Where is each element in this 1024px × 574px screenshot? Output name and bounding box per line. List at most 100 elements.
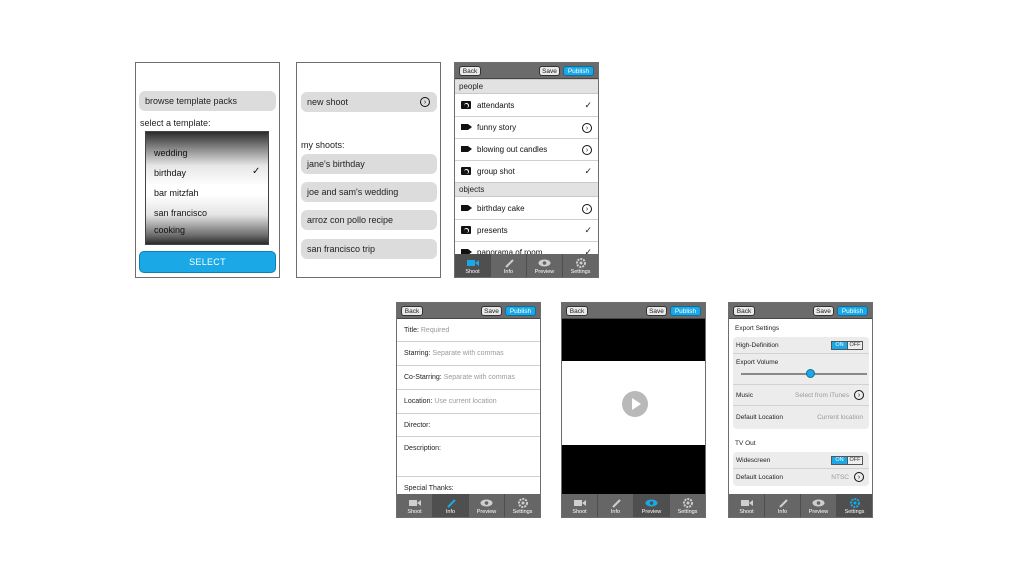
- tab-shoot[interactable]: Shoot: [729, 494, 765, 517]
- tab-info[interactable]: Info: [598, 494, 634, 517]
- tab-bar: Shoot Info Preview Settings: [455, 254, 598, 277]
- shot-item-label: birthday cake: [477, 204, 525, 213]
- field-label: Co-Starring:: [404, 374, 442, 381]
- toggle-on: ON: [832, 456, 847, 464]
- template-option[interactable]: cooking: [154, 225, 185, 235]
- tab-preview[interactable]: Preview: [801, 494, 837, 517]
- tv-default-location-row[interactable]: Default Location NTSC ›: [733, 469, 869, 486]
- info-screen: Back Save Publish Title: Required Starri…: [396, 302, 541, 518]
- settings-screen: Back Save Publish Export Settings High-D…: [728, 302, 873, 518]
- new-shoot-label: new shoot: [307, 97, 349, 107]
- tab-settings[interactable]: Settings: [563, 254, 598, 277]
- tab-shoot[interactable]: Shoot: [397, 494, 433, 517]
- widescreen-toggle[interactable]: ON OFF: [831, 455, 863, 465]
- select-button[interactable]: SELECT: [139, 251, 276, 273]
- back-button[interactable]: Back: [459, 66, 481, 76]
- co-starring-field[interactable]: Co-Starring: Separate with commas: [397, 366, 540, 390]
- tab-settings[interactable]: Settings: [505, 494, 540, 517]
- shoot-item[interactable]: joe and sam's wedding: [301, 182, 437, 202]
- shot-item[interactable]: funny story ›: [455, 117, 598, 139]
- director-field[interactable]: Director:: [397, 414, 540, 437]
- shot-item[interactable]: group shot ✓: [455, 161, 598, 183]
- title-field[interactable]: Title: Required: [397, 319, 540, 342]
- publish-button[interactable]: Publish: [837, 306, 868, 316]
- back-button[interactable]: Back: [733, 306, 755, 316]
- toggle-off: OFF: [847, 341, 862, 349]
- chevron-right-icon[interactable]: ›: [854, 390, 864, 400]
- shot-list-screen: Back Save Publish people attendants ✓ fu…: [454, 62, 599, 278]
- shoots-screen: new shoot › my shoots: jane's birthday j…: [296, 62, 441, 278]
- shot-item-label: presents: [477, 226, 508, 235]
- shot-item[interactable]: blowing out candles ›: [455, 139, 598, 161]
- template-option[interactable]: bar mitzfah: [154, 188, 199, 198]
- export-volume-label: Export Volume: [736, 359, 779, 366]
- tab-settings[interactable]: Settings: [837, 494, 872, 517]
- browse-template-packs-button[interactable]: browse template packs: [139, 91, 276, 111]
- tv-default-location-label: Default Location: [736, 474, 783, 481]
- tv-out-group: Widescreen ON OFF Default Location NTSC …: [733, 452, 869, 486]
- location-field[interactable]: Location: Use current location: [397, 390, 540, 414]
- my-shoots-label: my shoots:: [301, 140, 345, 150]
- field-label: Title:: [404, 327, 419, 334]
- check-icon: ✓: [584, 100, 592, 110]
- video-player[interactable]: [562, 319, 705, 496]
- save-button[interactable]: Save: [813, 306, 834, 316]
- export-settings-header: Export Settings: [735, 325, 780, 332]
- gear-icon: [681, 497, 695, 508]
- save-button[interactable]: Save: [481, 306, 502, 316]
- check-icon: ✓: [584, 225, 592, 235]
- tab-info[interactable]: Info: [491, 254, 527, 277]
- tab-info[interactable]: Info: [433, 494, 469, 517]
- template-option-selected[interactable]: birthday: [154, 168, 186, 178]
- tab-info[interactable]: Info: [765, 494, 801, 517]
- shot-item[interactable]: birthday cake ›: [455, 198, 598, 220]
- toggle-off: OFF: [847, 456, 862, 464]
- tab-settings[interactable]: Settings: [670, 494, 705, 517]
- play-icon[interactable]: [622, 391, 648, 417]
- field-placeholder: Separate with commas: [443, 374, 515, 381]
- navigation-bar: Back Save Publish: [562, 303, 705, 319]
- publish-button[interactable]: Publish: [563, 66, 594, 76]
- chevron-right-icon[interactable]: ›: [854, 472, 864, 482]
- save-button[interactable]: Save: [539, 66, 560, 76]
- shoot-item[interactable]: san francisco trip: [301, 239, 437, 259]
- tab-label: Shoot: [407, 509, 422, 515]
- slider-knob[interactable]: [805, 369, 815, 378]
- publish-button[interactable]: Publish: [505, 306, 536, 316]
- default-location-label: Default Location: [736, 414, 783, 421]
- back-button[interactable]: Back: [401, 306, 423, 316]
- shot-item[interactable]: attendants ✓: [455, 95, 598, 117]
- chevron-right-icon[interactable]: ›: [582, 123, 592, 133]
- shoot-item[interactable]: arroz con pollo recipe: [301, 210, 437, 230]
- field-label: Description:: [404, 445, 441, 452]
- template-option[interactable]: san francisco: [154, 208, 207, 218]
- template-selection-screen: browse template packs select a template:…: [135, 62, 280, 278]
- tab-preview[interactable]: Preview: [527, 254, 563, 277]
- eye-icon: [480, 497, 494, 508]
- new-shoot-button[interactable]: new shoot ›: [301, 92, 437, 112]
- default-location-row[interactable]: Default Location Current location: [733, 406, 869, 429]
- music-row[interactable]: Music Select from iTunes ›: [733, 385, 869, 406]
- camera-icon: [461, 167, 471, 175]
- tab-shoot[interactable]: Shoot: [455, 254, 491, 277]
- high-definition-toggle[interactable]: ON OFF: [831, 340, 863, 350]
- template-picker-wheel[interactable]: wedding birthday ✓ bar mitzfah san franc…: [145, 131, 269, 245]
- shot-item[interactable]: presents ✓: [455, 220, 598, 242]
- shoot-item[interactable]: jane's birthday: [301, 154, 437, 174]
- back-button[interactable]: Back: [566, 306, 588, 316]
- description-field[interactable]: Description:: [397, 437, 540, 477]
- tab-preview[interactable]: Preview: [469, 494, 505, 517]
- chevron-right-icon[interactable]: ›: [582, 145, 592, 155]
- save-button[interactable]: Save: [646, 306, 667, 316]
- template-option[interactable]: wedding: [154, 148, 188, 158]
- camera-icon: [461, 226, 471, 234]
- export-volume-slider[interactable]: [741, 373, 867, 375]
- starring-field[interactable]: Starring: Separate with commas: [397, 342, 540, 366]
- chevron-right-icon[interactable]: ›: [582, 204, 592, 214]
- check-icon: ✓: [584, 166, 592, 176]
- tab-shoot[interactable]: Shoot: [562, 494, 598, 517]
- tab-preview[interactable]: Preview: [634, 494, 670, 517]
- publish-button[interactable]: Publish: [670, 306, 701, 316]
- high-definition-label: High-Definition: [736, 341, 779, 349]
- browse-template-packs-label: browse template packs: [145, 96, 238, 106]
